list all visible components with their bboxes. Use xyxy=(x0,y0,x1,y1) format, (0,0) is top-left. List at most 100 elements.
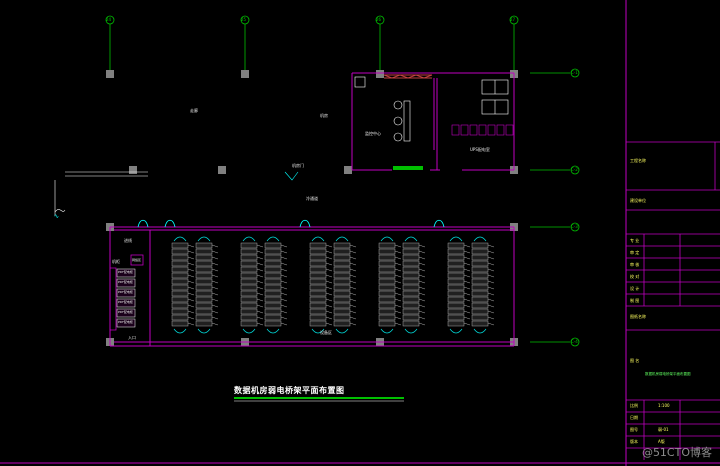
rack-cable xyxy=(349,298,357,302)
rack-unit xyxy=(378,242,396,249)
rack-unit xyxy=(171,302,189,309)
rack-unit xyxy=(309,266,327,273)
aisle-door-arc xyxy=(197,236,211,242)
rack-cable xyxy=(418,298,426,302)
rack-group xyxy=(240,236,288,334)
network-tag-label: 网络区 xyxy=(132,258,142,262)
rack-unit xyxy=(378,272,396,279)
ups-room-label: UPS配电室 xyxy=(470,147,490,152)
rack-cable xyxy=(418,268,426,272)
rack-cable xyxy=(187,250,195,254)
rack-unit xyxy=(378,314,396,321)
rack-unit xyxy=(471,290,489,297)
rack-unit xyxy=(195,308,213,315)
tb-draft: 制 图 xyxy=(630,298,640,303)
rack-cable xyxy=(280,250,288,254)
rack-unit xyxy=(309,290,327,297)
tb-approve: 审 定 xyxy=(630,250,640,255)
rack-cable xyxy=(256,268,264,272)
rack-cable xyxy=(280,310,288,314)
rack-cable xyxy=(487,274,495,278)
grid-bubbles-top xyxy=(105,15,519,25)
rack-cable xyxy=(349,244,357,248)
rack-unit xyxy=(378,320,396,327)
rack-unit xyxy=(378,290,396,297)
rack-cable xyxy=(280,298,288,302)
rack-cable xyxy=(211,280,219,284)
rack-cable xyxy=(280,322,288,326)
rack-cable xyxy=(463,298,471,302)
rack-cable xyxy=(256,310,264,314)
rack-cable xyxy=(187,286,195,290)
rack-cable xyxy=(211,250,219,254)
rack-cable xyxy=(349,274,357,278)
rack-cable xyxy=(394,310,402,314)
rack-unit xyxy=(402,266,420,273)
rack-cable xyxy=(280,244,288,248)
rack-cable xyxy=(463,262,471,266)
rack-cable xyxy=(394,292,402,296)
rack-cable xyxy=(463,250,471,254)
rack-unit xyxy=(471,272,489,279)
rack-cable xyxy=(280,256,288,260)
aisle-label: 冷通道 xyxy=(306,196,318,201)
rack-unit xyxy=(240,248,258,255)
rack-cable xyxy=(418,310,426,314)
rack-unit xyxy=(264,260,282,267)
rack-cable xyxy=(187,256,195,260)
rack-cable xyxy=(256,262,264,266)
rack-cable xyxy=(256,286,264,290)
rack-cable xyxy=(394,274,402,278)
rack-unit xyxy=(195,260,213,267)
rack-cable xyxy=(487,250,495,254)
rack-unit xyxy=(171,278,189,285)
rack-unit xyxy=(471,308,489,315)
rack-cable xyxy=(187,316,195,320)
rack-cable xyxy=(187,298,195,302)
rack-cable xyxy=(418,286,426,290)
tb-scale-value: 1:100 xyxy=(658,403,670,408)
rack-cable xyxy=(325,256,333,260)
network-area-label: 进线 xyxy=(124,238,132,243)
rack-unit xyxy=(333,284,351,291)
rack-unit xyxy=(402,254,420,261)
rack-cable xyxy=(394,244,402,248)
tb-drawing-label: 图纸名称 xyxy=(630,314,646,319)
rack-cable xyxy=(211,292,219,296)
rack-cable xyxy=(463,274,471,278)
rack-unit xyxy=(471,314,489,321)
rack-cable xyxy=(280,304,288,308)
grid-label-25: 25 xyxy=(241,17,247,22)
rack-unit xyxy=(447,254,465,261)
rack-cable xyxy=(280,316,288,320)
green-equipment xyxy=(393,166,423,170)
rack-unit xyxy=(333,254,351,261)
rack-unit xyxy=(195,254,213,261)
rack-cable xyxy=(349,268,357,272)
rack-unit xyxy=(471,296,489,303)
grid-label-c4: C-4 xyxy=(571,339,578,344)
rack-unit xyxy=(195,278,213,285)
watermark: @51CTO博客 xyxy=(641,446,712,459)
rack-cable xyxy=(280,286,288,290)
rack-unit xyxy=(447,266,465,273)
rack-cable xyxy=(325,244,333,248)
rack-unit xyxy=(447,308,465,315)
rack-cable xyxy=(349,256,357,260)
rack-unit xyxy=(471,302,489,309)
tb-check: 校 对 xyxy=(630,274,640,279)
pdu-label-4: PDF配电柜 xyxy=(118,300,133,304)
corridor-label: 走廊 xyxy=(190,108,198,113)
machine-room-doors xyxy=(137,219,445,228)
rack-cable xyxy=(211,316,219,320)
rack-cable xyxy=(349,304,357,308)
aisle-door-arc xyxy=(449,328,463,334)
rack-unit xyxy=(195,248,213,255)
rack-unit xyxy=(471,254,489,261)
rack-unit xyxy=(264,272,282,279)
aisle-door-arc xyxy=(266,328,280,334)
rack-cable xyxy=(187,310,195,314)
rack-unit xyxy=(402,278,420,285)
grid-label-c1: C-1 xyxy=(571,70,578,75)
rack-unit xyxy=(309,254,327,261)
